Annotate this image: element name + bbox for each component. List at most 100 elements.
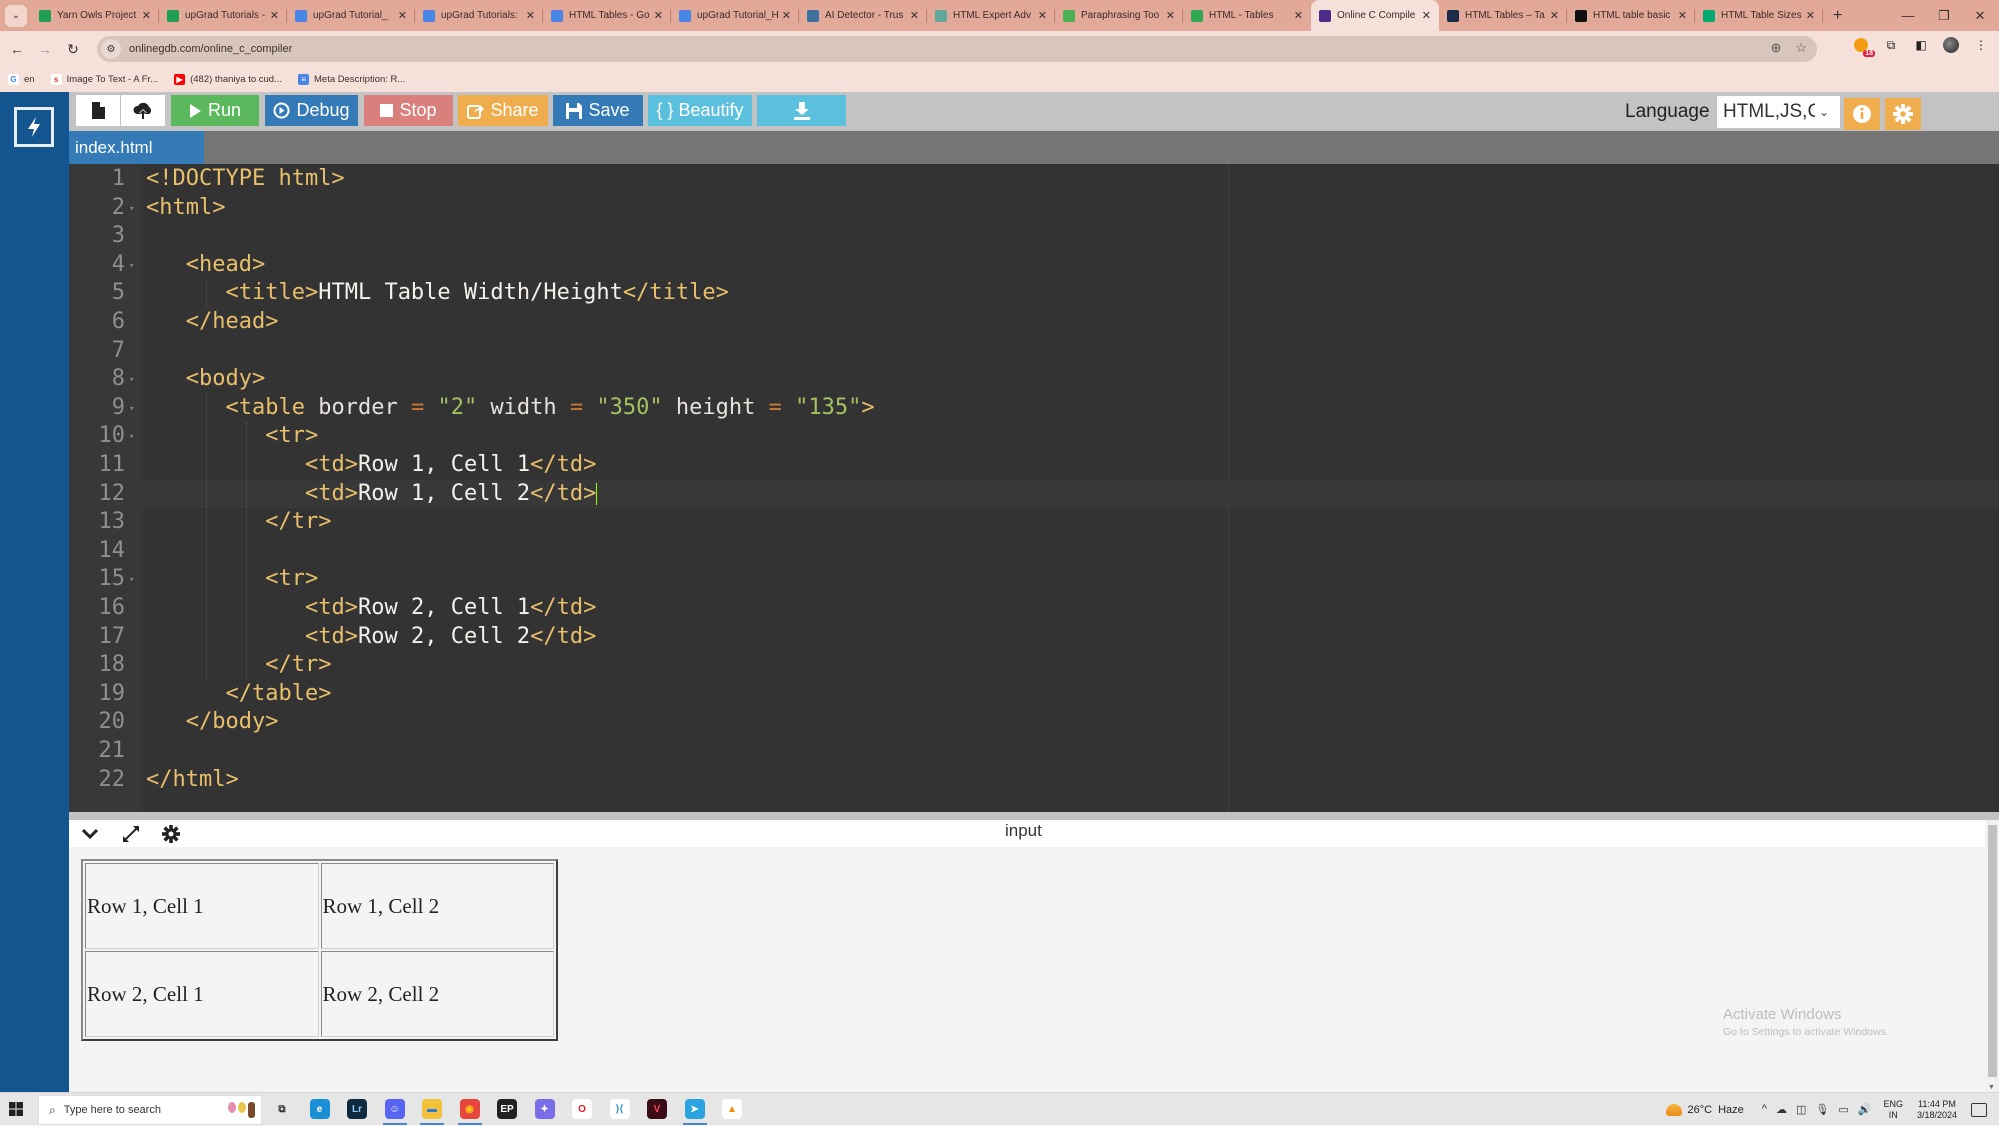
address-bar[interactable]: ⚙ onlinegdb.com/online_c_compiler ⊕ ☆: [97, 36, 1817, 62]
code-line[interactable]: 18 </tr>: [69, 651, 1999, 680]
code-line[interactable]: 9 ▾ <table border = "2" width = "350" heig…: [69, 394, 1999, 423]
opera-icon[interactable]: O: [572, 1099, 592, 1119]
bookmark-item[interactable]: s Image To Text - A Fr...: [50, 74, 158, 85]
discord-icon[interactable]: ☺: [382, 1099, 407, 1125]
microphone-icon[interactable]: 🎙: [1815, 1103, 1829, 1116]
back-button[interactable]: ←: [6, 38, 28, 60]
task-view-icon[interactable]: ⧉: [272, 1099, 292, 1119]
new-tab-button[interactable]: +: [1833, 7, 1842, 25]
code-line[interactable]: 21: [69, 737, 1999, 766]
windows-start-icon[interactable]: [9, 1102, 23, 1116]
code-line[interactable]: 10 ▾ <tr>: [69, 422, 1999, 451]
close-tab-icon[interactable]: ✕: [526, 9, 535, 22]
browser-tab[interactable]: HTML table basic ✕: [1567, 0, 1695, 31]
meet-now-icon[interactable]: ◫: [1796, 1103, 1806, 1116]
panel-resize-handle[interactable]: [69, 812, 1999, 820]
code-line[interactable]: 6 </head>: [69, 308, 1999, 337]
code-line[interactable]: 4 ▾ <head>: [69, 251, 1999, 280]
file-tab-index-html[interactable]: index.html: [69, 131, 204, 164]
telegram-icon[interactable]: ➤: [682, 1099, 707, 1125]
browser-tab[interactable]: HTML Table Sizes ✕: [1695, 0, 1823, 31]
volume-icon[interactable]: 🔊: [1858, 1103, 1872, 1116]
network-icon[interactable]: ▭: [1838, 1103, 1848, 1116]
url-text[interactable]: onlinegdb.com/online_c_compiler: [129, 43, 292, 55]
code-editor[interactable]: 1 <!DOCTYPE html> 2 ▾ <html> 3 4 ▾ <head> 5 <title…: [69, 164, 1999, 812]
browser-tab[interactable]: Online C Compile ✕: [1311, 0, 1439, 31]
onedrive-icon[interactable]: ☁: [1776, 1103, 1787, 1116]
epic-games-icon[interactable]: EP: [497, 1099, 517, 1119]
bookmark-item[interactable]: Gen: [8, 74, 35, 85]
close-tab-icon[interactable]: ✕: [1678, 9, 1687, 22]
close-tab-icon[interactable]: ✕: [1550, 9, 1559, 22]
code-line[interactable]: 16 <td>Row 2, Cell 1</td>: [69, 594, 1999, 623]
edge-icon[interactable]: e: [309, 1099, 330, 1119]
stop-button[interactable]: Stop: [364, 95, 453, 126]
file-explorer-icon[interactable]: ▬: [420, 1099, 444, 1125]
language-select[interactable]: HTML,JS,CSS ⌄: [1717, 96, 1840, 128]
code-line[interactable]: 3: [69, 222, 1999, 251]
fold-toggle-icon[interactable]: ▾: [129, 252, 134, 281]
share-button[interactable]: Share: [458, 95, 548, 126]
fold-toggle-icon[interactable]: ▾: [129, 195, 134, 224]
scrollbar-thumb[interactable]: [1988, 825, 1997, 1077]
info-button[interactable]: [1844, 98, 1880, 130]
close-tab-icon[interactable]: ✕: [1422, 9, 1431, 22]
browser-tab[interactable]: upGrad Tutorials - ✕: [159, 0, 287, 31]
code-line[interactable]: 1 <!DOCTYPE html>: [69, 165, 1999, 194]
code-line[interactable]: 13 </tr>: [69, 508, 1999, 537]
close-tab-icon[interactable]: ✕: [1166, 9, 1175, 22]
close-tab-icon[interactable]: ✕: [910, 9, 919, 22]
browser-tab[interactable]: HTML Expert Adv ✕: [927, 0, 1055, 31]
code-line[interactable]: 7: [69, 337, 1999, 366]
panel-settings-button[interactable]: [160, 824, 182, 844]
onlinegdb-logo[interactable]: [14, 107, 54, 147]
beautify-button[interactable]: { } Beautify: [648, 95, 752, 126]
code-line[interactable]: 15 ▾ <tr>: [69, 565, 1999, 594]
bookmark-star-icon[interactable]: ☆: [1795, 40, 1807, 56]
code-line[interactable]: 5 <title>HTML Table Width/Height</title>: [69, 279, 1999, 308]
minimize-button[interactable]: —: [1890, 0, 1926, 31]
fold-toggle-icon[interactable]: ▾: [129, 366, 134, 395]
copilot-icon[interactable]: ✦: [534, 1099, 555, 1119]
fold-toggle-icon[interactable]: ▾: [129, 395, 134, 424]
browser-tab[interactable]: Yarn Owls Project ✕: [31, 0, 159, 31]
lightroom-icon[interactable]: Lr: [347, 1099, 367, 1119]
code-line[interactable]: 8 ▾ <body>: [69, 365, 1999, 394]
code-line[interactable]: 14: [69, 537, 1999, 566]
output-scrollbar[interactable]: ▼: [1986, 820, 1999, 1092]
chrome-icon[interactable]: ◉: [457, 1099, 482, 1125]
code-line[interactable]: 2 ▾ <html>: [69, 194, 1999, 223]
save-button[interactable]: Save: [553, 95, 643, 126]
browser-tab[interactable]: Paraphrasing Too ✕: [1055, 0, 1183, 31]
notification-center-icon[interactable]: [1971, 1102, 1987, 1117]
input-language[interactable]: ENG IN: [1883, 1099, 1903, 1121]
browser-tab[interactable]: AI Detector - Trus ✕: [799, 0, 927, 31]
show-hidden-icons-chevron[interactable]: ^: [1762, 1103, 1767, 1116]
close-tab-icon[interactable]: ✕: [1038, 9, 1047, 22]
extensions-puzzle-icon[interactable]: ⧉: [1883, 37, 1899, 53]
expand-panel-button[interactable]: [120, 824, 142, 844]
valorant-icon[interactable]: V: [647, 1099, 667, 1119]
zoom-icon[interactable]: ⊕: [1770, 40, 1781, 56]
browser-tab[interactable]: HTML Tables - Go ✕: [543, 0, 671, 31]
browser-tab[interactable]: upGrad Tutorial_H ✕: [671, 0, 799, 31]
extension-badge-icon[interactable]: 18: [1853, 37, 1875, 57]
upload-button[interactable]: [121, 95, 165, 126]
scroll-down-arrow[interactable]: ▼: [1988, 1084, 1995, 1091]
code-line[interactable]: 11 <td>Row 1, Cell 1</td>: [69, 451, 1999, 480]
close-tab-icon[interactable]: ✕: [270, 9, 279, 22]
browser-menu-icon[interactable]: ⋮: [1973, 37, 1989, 53]
close-tab-icon[interactable]: ✕: [1806, 9, 1815, 22]
code-line[interactable]: 17 <td>Row 2, Cell 2</td>: [69, 623, 1999, 652]
taskbar-clock[interactable]: 11:44 PM 3/18/2024: [1917, 1099, 1957, 1121]
collapse-panel-button[interactable]: [79, 824, 101, 844]
reload-button[interactable]: ↻: [62, 38, 84, 60]
browser-tab[interactable]: HTML - Tables ✕: [1183, 0, 1311, 31]
new-file-button[interactable]: [76, 95, 120, 126]
close-window-button[interactable]: ✕: [1962, 0, 1998, 31]
browser-tab[interactable]: upGrad Tutorial_ ✕: [287, 0, 415, 31]
download-button[interactable]: [757, 95, 846, 126]
debug-button[interactable]: Debug: [265, 95, 358, 126]
site-settings-icon[interactable]: ⚙: [101, 39, 121, 59]
browser-tab[interactable]: upGrad Tutorials: ✕: [415, 0, 543, 31]
